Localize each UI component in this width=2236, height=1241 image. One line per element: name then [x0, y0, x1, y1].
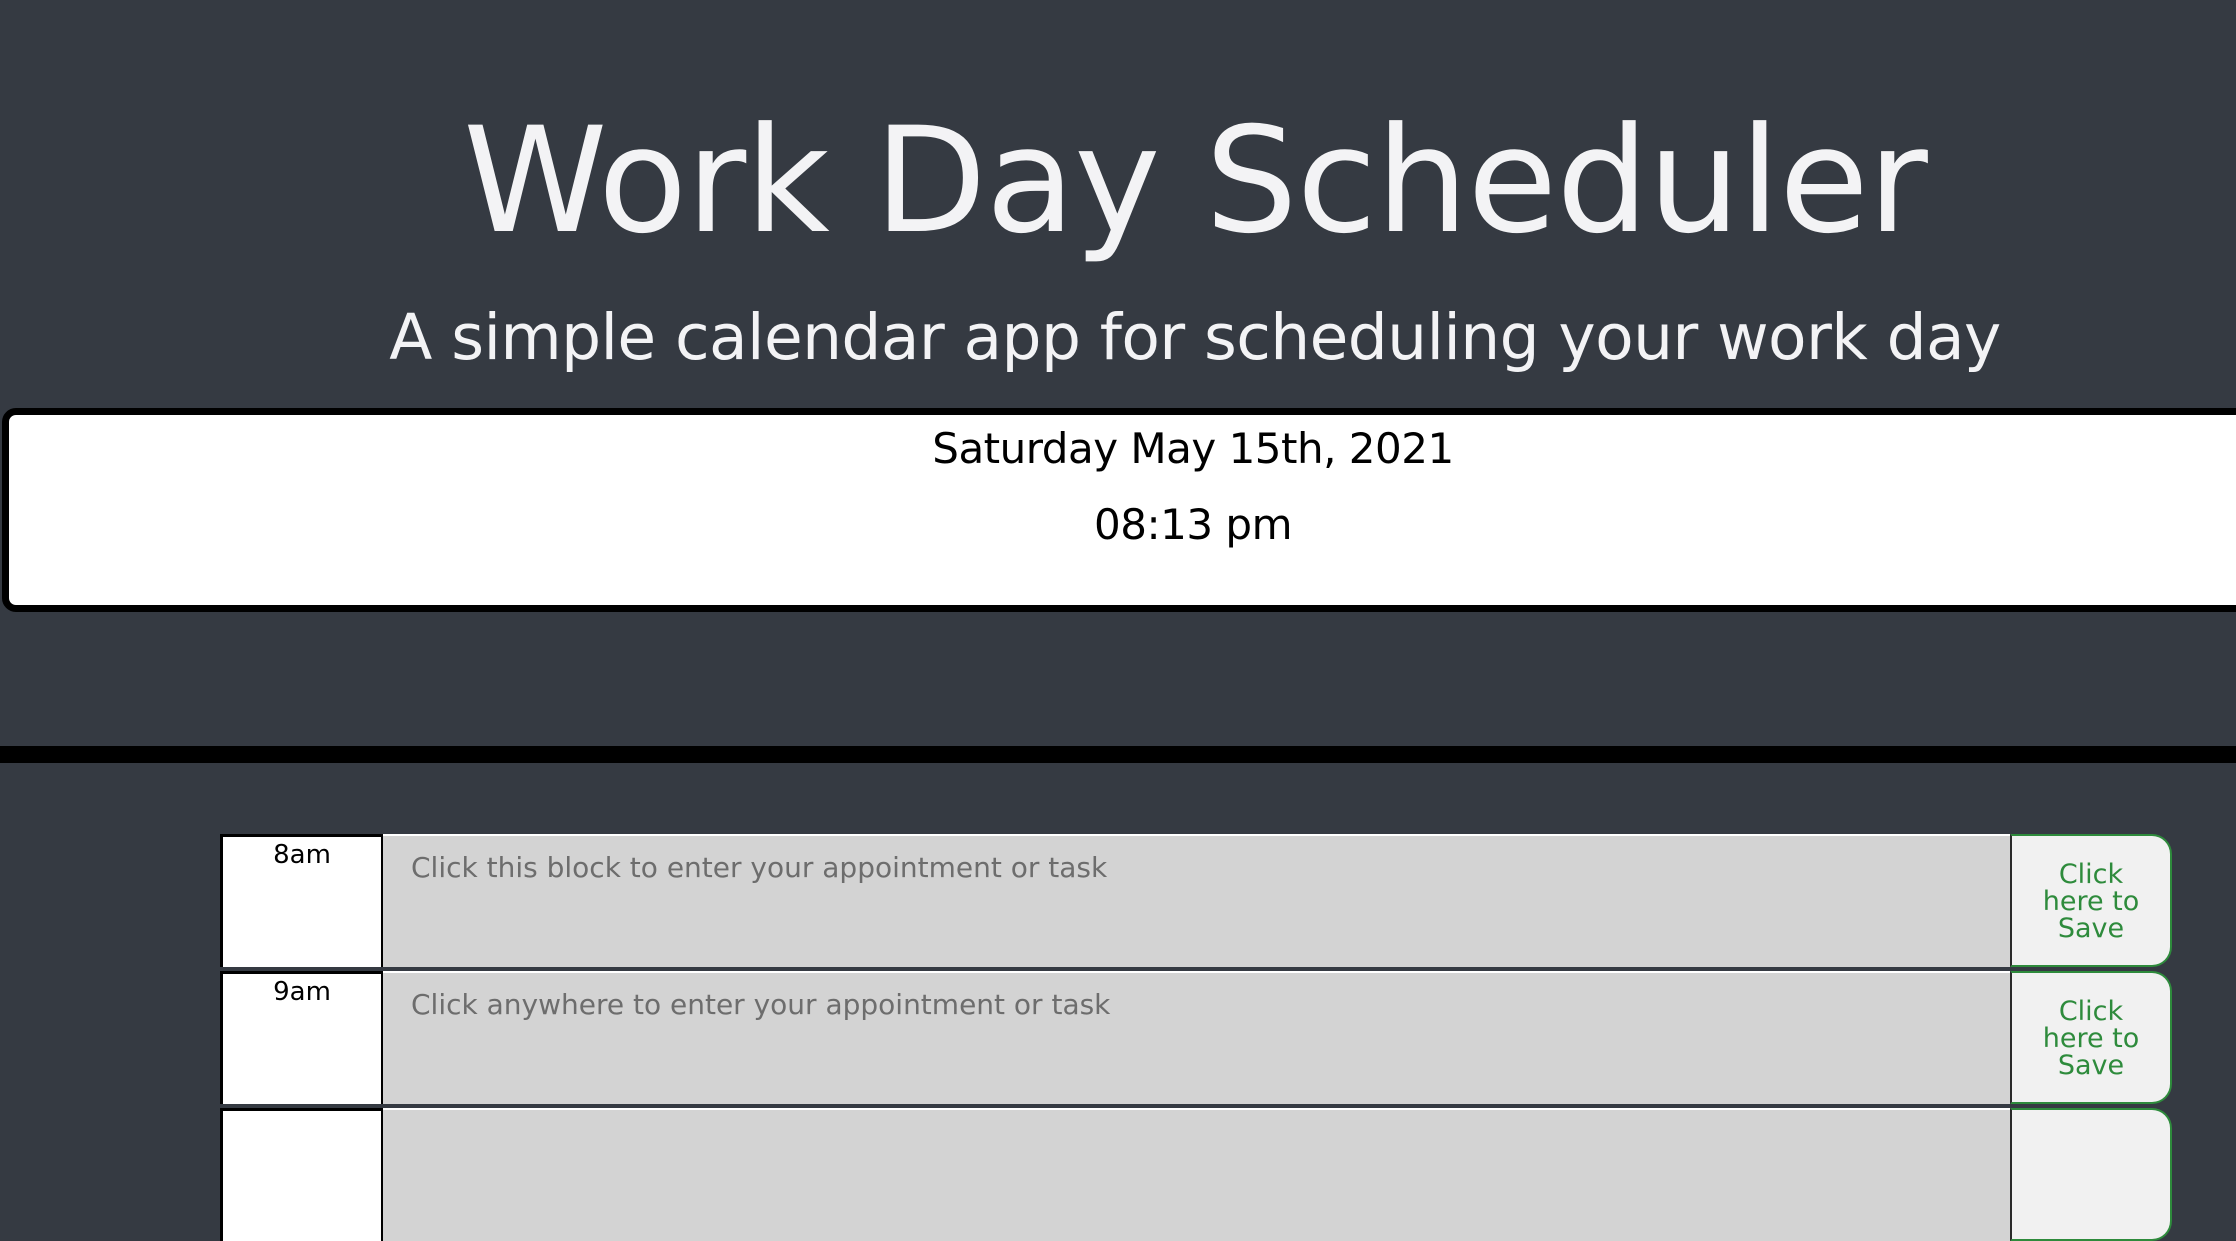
page-subtitle: A simple calendar app for scheduling you… [389, 301, 2001, 374]
hour-label [223, 1111, 381, 1114]
task-input[interactable]: Click anywhere to enter your appointment… [383, 971, 2010, 1104]
hour-label-cell: 8am [220, 834, 383, 967]
current-day: Saturday May 15th, 2021 [932, 424, 1454, 473]
time-block-row: 9am Click anywhere to enter your appoint… [220, 971, 2172, 1104]
save-button[interactable] [2010, 1108, 2172, 1241]
save-button-line: Click [2058, 859, 2124, 890]
page-title: Work Day Scheduler [463, 96, 1928, 266]
save-button-line: Save [2057, 1050, 2125, 1081]
save-button-line: Click [2058, 996, 2124, 1027]
task-input[interactable] [383, 1108, 2010, 1241]
hour-label-cell [220, 1108, 383, 1241]
save-button-line: Save [2057, 913, 2125, 944]
hour-label-cell: 9am [220, 971, 383, 1104]
hour-label: 8am [273, 840, 331, 870]
save-button-line: here to [2042, 1023, 2140, 1054]
save-button[interactable]: Click here to Save [2010, 971, 2172, 1104]
save-button-line: here to [2042, 886, 2140, 917]
save-button[interactable]: Click here to Save [2010, 834, 2172, 967]
hour-label: 9am [273, 977, 331, 1007]
task-input[interactable]: Click this block to enter your appointme… [383, 834, 2010, 967]
time-block-row [220, 1108, 2172, 1241]
time-block-row: 8am Click this block to enter your appoi… [220, 834, 2172, 967]
header-jumbotron: Work Day Scheduler A simple calendar app… [0, 0, 2236, 763]
current-time: 08:13 pm [1094, 500, 1292, 549]
